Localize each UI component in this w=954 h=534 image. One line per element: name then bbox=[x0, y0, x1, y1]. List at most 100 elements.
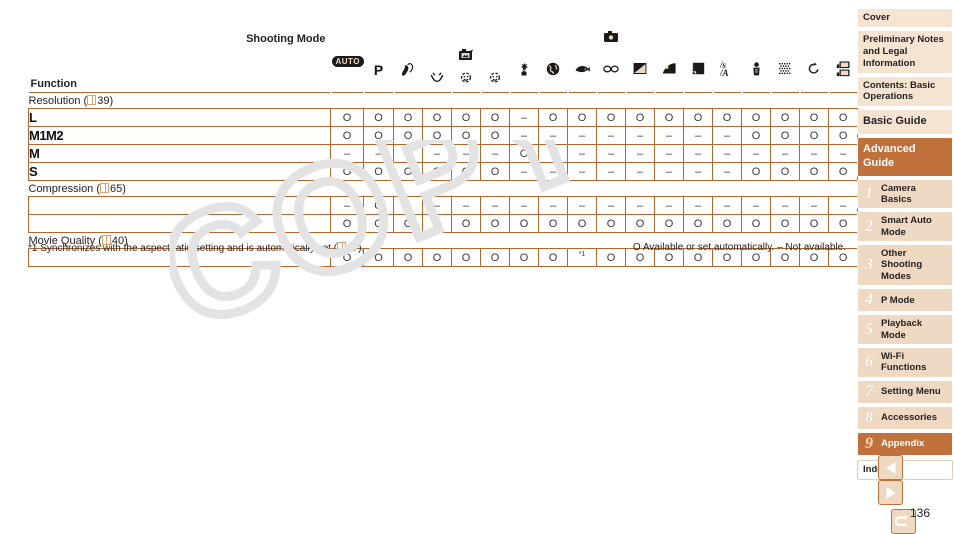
cell-M-underwater: – bbox=[567, 144, 597, 163]
cell-fine-portrait: – bbox=[393, 196, 423, 215]
cell-M-wink-self-timer: – bbox=[451, 144, 481, 163]
cell-available: O bbox=[780, 129, 790, 142]
sidebar-item-advanced-guide[interactable]: Advanced Guide bbox=[857, 137, 953, 177]
resolution-m1m2-icon: M1M2 bbox=[29, 128, 64, 143]
smart-shutter-group-header bbox=[421, 47, 510, 66]
cell-fine-miniature: – bbox=[683, 196, 713, 215]
cell-available: O bbox=[374, 199, 383, 212]
sidebar-chapter-9[interactable]: 9 Appendix bbox=[857, 431, 953, 456]
page-number: 136 bbox=[909, 506, 931, 520]
cell-L-auto: O bbox=[330, 108, 364, 127]
cell-unavailable: – bbox=[343, 147, 351, 160]
cell-unavailable: – bbox=[578, 165, 586, 178]
cell-fine-movie: – bbox=[827, 196, 859, 215]
previous-page-button[interactable] bbox=[878, 455, 903, 480]
p-mode-icon: P bbox=[373, 62, 384, 78]
sidebar-chapter-4[interactable]: 4 P Mode bbox=[857, 288, 953, 313]
cell-available: O bbox=[809, 165, 819, 178]
section-page-ref[interactable]: 65 bbox=[110, 183, 122, 195]
sidebar-chapter-3[interactable]: 3 Other Shooting Modes bbox=[857, 244, 953, 287]
sidebar-chapter-1[interactable]: 1 Camera Basics bbox=[857, 178, 953, 210]
cell-available: O bbox=[403, 129, 413, 142]
section-label-text: Compression ( bbox=[28, 182, 101, 195]
cell-M1M2-auto: O bbox=[330, 126, 364, 145]
cell-unavailable: – bbox=[665, 129, 673, 142]
mode-column-toy-camera: /s /A bbox=[711, 47, 742, 93]
cell-available: O bbox=[490, 217, 500, 230]
mode-column-super-vivid bbox=[769, 47, 800, 93]
cell-normal-monochrome: O bbox=[741, 214, 771, 233]
cell-normal-portrait: O bbox=[393, 214, 423, 233]
sidebar-item-label: Preliminary Notes and Legal Information bbox=[863, 33, 944, 69]
footnote-1: *1 Synchronizes with the aspect ratio se… bbox=[28, 242, 364, 254]
row-label-S: S bbox=[28, 162, 331, 181]
camera-icon bbox=[603, 31, 618, 42]
mode-column-underwater bbox=[566, 47, 597, 93]
cell-M-monochrome: – bbox=[741, 144, 771, 163]
cell-available: O bbox=[722, 111, 732, 124]
cell-M-smile: – bbox=[422, 144, 452, 163]
row-label-normal bbox=[28, 214, 331, 233]
resolution-s-icon: S bbox=[29, 164, 38, 179]
cell-M1M2-smile: O bbox=[422, 126, 452, 145]
cell-fine-fireworks: – bbox=[625, 196, 655, 215]
cell-available: O bbox=[722, 217, 732, 230]
sidebar-item-preliminary-notes[interactable]: Preliminary Notes and Legal Information bbox=[857, 29, 953, 74]
cell-M-miniature: – bbox=[683, 144, 713, 163]
cell-L-high-speed-burst: – bbox=[509, 108, 539, 127]
row-label-M1M2: M1M2 bbox=[28, 126, 331, 145]
cell-S-underwater: – bbox=[567, 162, 597, 181]
cell-available: O bbox=[432, 217, 442, 230]
footnote-1-suffix: ). bbox=[358, 243, 365, 254]
section-page-ref[interactable]: 39 bbox=[97, 95, 109, 107]
cell-S-poster-effect: O bbox=[799, 162, 829, 181]
cell-available: O bbox=[461, 129, 471, 142]
cell-S-monochrome: O bbox=[741, 162, 771, 181]
movie-icon bbox=[836, 61, 850, 76]
cell-L-handheld-nightscene: O bbox=[538, 108, 568, 127]
cell-unavailable: – bbox=[665, 199, 673, 212]
cell-fine-super-vivid: – bbox=[770, 196, 800, 215]
footnote-1-page-ref[interactable]: 47 bbox=[347, 243, 358, 254]
sidebar-item-label: Basic Guide bbox=[863, 115, 927, 128]
cell-M1M2-fisheye: – bbox=[654, 126, 684, 145]
cell-normal-snow: O bbox=[596, 214, 626, 233]
chapter-label: Setting Menu bbox=[881, 386, 941, 398]
cell-unavailable: – bbox=[607, 199, 615, 212]
sidebar-chapter-5[interactable]: 5 Playback Mode bbox=[857, 314, 953, 346]
sidebar-item-cover[interactable]: Cover bbox=[857, 8, 953, 28]
cell-unavailable: – bbox=[694, 147, 702, 160]
sidebar-item-basic-guide[interactable]: Basic Guide bbox=[857, 109, 953, 135]
cell-unavailable: – bbox=[343, 199, 351, 212]
sidebar-chapter-8[interactable]: 8 Accessories bbox=[857, 405, 953, 430]
sidebar-chapter-6[interactable]: 6 Wi-Fi Functions bbox=[857, 347, 953, 378]
cell-available: O bbox=[635, 217, 645, 230]
cell-available: O bbox=[577, 217, 587, 230]
sidebar-item-contents[interactable]: Contents: Basic Operations bbox=[857, 75, 953, 108]
cell-available: O bbox=[606, 111, 616, 124]
cell-M-high-speed-burst: O bbox=[509, 144, 539, 163]
cell-L-fireworks: O bbox=[625, 108, 655, 127]
cell-available: O bbox=[519, 147, 529, 160]
cell-unavailable: – bbox=[752, 147, 760, 160]
table-row: OOOOOOOOOOOOOOOOOO bbox=[28, 214, 859, 233]
cell-S-wink-self-timer: O bbox=[451, 162, 481, 181]
chapter-label: Accessories bbox=[881, 412, 937, 424]
toy-camera-icon: /s /A bbox=[719, 60, 729, 78]
cell-unavailable: – bbox=[636, 165, 644, 178]
mode-column-p: P bbox=[362, 47, 394, 93]
cell-fine-auto: – bbox=[330, 196, 364, 215]
cell-L-p: O bbox=[363, 108, 394, 127]
sidebar-chapter-7[interactable]: 7 Setting Menu bbox=[857, 379, 953, 404]
cell-S-smile: O bbox=[422, 162, 452, 181]
cell-available: O bbox=[342, 129, 352, 142]
next-page-button[interactable] bbox=[878, 480, 903, 505]
cell-M-handheld-nightscene: – bbox=[538, 144, 568, 163]
chapter-label: Wi-Fi Functions bbox=[881, 351, 927, 374]
cell-L-wink-self-timer: O bbox=[451, 108, 481, 127]
cell-available: O bbox=[403, 165, 413, 178]
sidebar-chapter-2[interactable]: 2 Smart Auto Mode bbox=[857, 211, 953, 243]
cell-available: O bbox=[664, 217, 674, 230]
cell-available: O bbox=[780, 217, 790, 230]
cell-unavailable: – bbox=[491, 199, 499, 212]
